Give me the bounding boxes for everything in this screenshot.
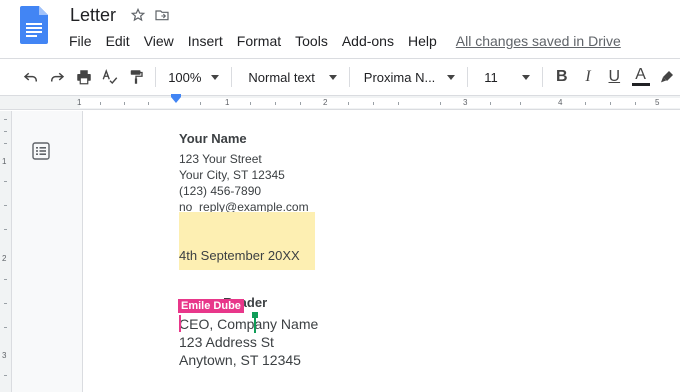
font-select[interactable]: Proxima N... [356,63,462,91]
menu-bar: File Edit View Insert Format Tools Add-o… [62,31,621,51]
undo-icon[interactable] [18,63,44,91]
move-to-folder-icon[interactable] [154,7,170,23]
ruler-tick [200,102,201,105]
ruler-tick [250,102,251,105]
italic-button[interactable]: I [575,63,601,91]
style-value: Normal text [248,69,315,85]
ruler-tick [348,102,349,105]
vruler-tick [4,181,7,182]
collaborator-cursor-green [254,317,256,333]
paint-format-icon[interactable] [123,63,149,91]
sender-phone: (123) 456-7890 [179,184,262,198]
vruler-tick [4,229,7,230]
text-color-button[interactable]: A [627,63,653,91]
ruler-tick [585,102,586,105]
vruler-tick [4,279,7,280]
highlight-pen-icon[interactable] [654,63,680,91]
ruler-tick [124,102,125,105]
redo-icon[interactable] [44,63,70,91]
menu-addons[interactable]: Add-ons [335,33,401,49]
font-size-value: 11 [484,69,498,85]
header: Letter File Edit View Insert Format Tool… [0,0,680,58]
ruler-tick [490,102,491,105]
ruler-tick [373,102,374,105]
vertical-ruler[interactable]: 1 2 3 [0,111,12,392]
ruler-tick [440,102,441,105]
menu-tools[interactable]: Tools [288,33,335,49]
vruler-number: 3 [2,351,7,360]
toolbar-divider [231,67,233,87]
ruler-track: 1 1 2 3 4 5 [77,98,680,108]
doc-title[interactable]: Letter [70,5,116,26]
ruler-number: 4 [558,98,563,107]
print-icon[interactable] [71,63,97,91]
collaborator-cursor-pink [179,315,181,332]
vruler-number: 1 [2,157,7,166]
ruler-tick [100,102,101,105]
bold-button[interactable]: B [549,63,575,91]
vruler-tick [4,131,7,132]
menu-format[interactable]: Format [230,33,288,49]
document-outline-icon[interactable] [32,142,50,160]
ruler-tick [520,102,521,105]
spellcheck-icon[interactable] [97,63,123,91]
chevron-down-icon [521,74,530,80]
star-icon[interactable] [130,7,146,23]
toolbar-divider [348,67,350,87]
vruler-tick [4,327,7,328]
ruler-number: 1 [225,98,230,107]
vruler-tick [4,119,7,120]
recipient-street: 123 Address St [179,334,274,350]
ruler-number: 1 [77,98,82,107]
menu-help[interactable]: Help [401,33,444,49]
chevron-down-icon [447,74,456,80]
zoom-select[interactable]: 100% [162,63,225,91]
ruler-number: 5 [655,98,660,107]
font-value: Proxima N... [363,69,436,85]
toolbar-divider [155,67,157,87]
letter-date: 4th September 20XX [179,248,300,263]
sender-name: Your Name [179,131,247,146]
underline-button[interactable]: U [601,63,627,91]
style-select[interactable]: Normal text [238,63,342,91]
document-canvas: 1 2 3 Your Name 123 Your Street Your Cit… [0,111,680,392]
text-color-swatch [631,83,650,86]
text-color-label: A [635,66,646,83]
ruler-tick [275,102,276,105]
menu-file[interactable]: File [62,33,99,49]
vruler-tick [4,143,7,144]
toolbar-divider [541,67,543,87]
menu-insert[interactable]: Insert [181,33,230,49]
menu-edit[interactable]: Edit [99,33,137,49]
ruler-tick [610,102,611,105]
vruler-tick [4,303,7,304]
left-indent-marker[interactable] [171,97,181,103]
vruler-tick [4,375,7,376]
save-status-link[interactable]: All changes saved in Drive [456,33,621,49]
recipient-title: CEO, Company Name [179,316,319,332]
vruler-number: 2 [2,254,7,263]
ruler-number: 2 [323,98,328,107]
ruler-tick [635,102,636,105]
collaborator-label: Emile Dube [178,299,244,313]
vruler-tick [4,205,7,206]
font-size-select[interactable]: 11 [474,63,536,91]
zoom-value: 100% [168,69,202,85]
toolbar: 100% Normal text Proxima N... 11 B I U A [0,58,680,96]
horizontal-ruler[interactable]: 1 1 2 3 4 5 [0,94,680,110]
ruler-tick [148,102,149,105]
ruler-number: 3 [463,98,468,107]
document-page[interactable]: Your Name 123 Your Street Your City, ST … [82,111,680,392]
recipient-city: Anytown, ST 12345 [179,352,301,368]
chevron-down-icon [211,74,220,80]
sender-city: Your City, ST 12345 [179,168,285,182]
chevron-down-icon [328,74,337,80]
toolbar-divider [467,67,469,87]
google-docs-icon[interactable] [20,6,48,44]
menu-view[interactable]: View [137,33,181,49]
ruler-tick [398,102,399,105]
ruler-tick [300,102,301,105]
sender-street: 123 Your Street [179,152,262,166]
